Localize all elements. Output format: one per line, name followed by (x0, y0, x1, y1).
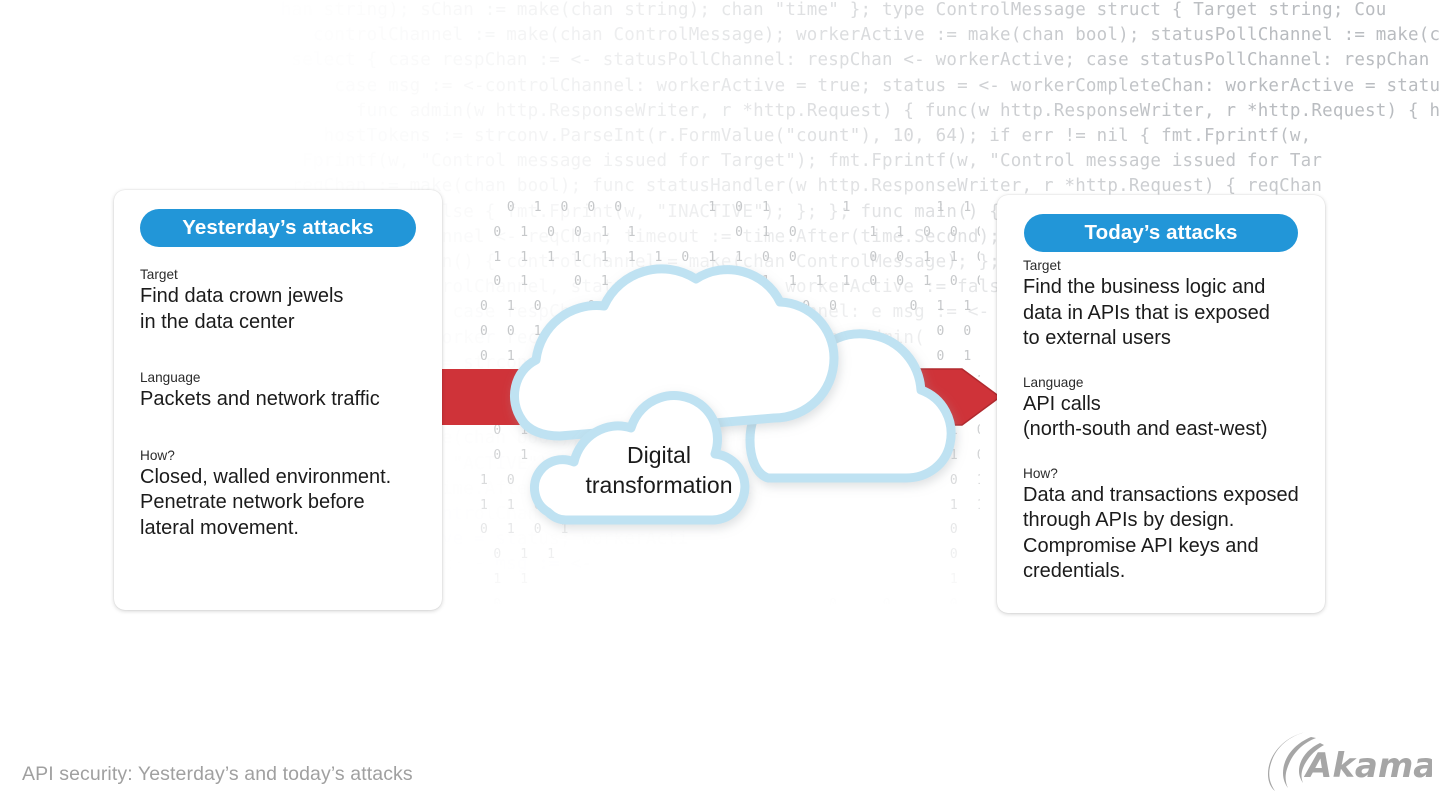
footer-caption: API security: Yesterday’s and today’s at… (22, 763, 413, 785)
card-yesterday[interactable]: Yesterday’s attacks Target Find data cro… (114, 190, 442, 610)
slide-canvas: chan string); sChan := make(chan string)… (0, 0, 1440, 811)
field-value: Find the business logic and data in APIs… (1023, 276, 1270, 349)
field-label: How? (1023, 465, 1058, 481)
field-language: Language API calls (north-south and east… (1023, 374, 1307, 443)
field-label: Language (140, 370, 201, 385)
field-label: Target (1023, 258, 1061, 273)
flow-arrow-right (897, 363, 1001, 431)
field-how: How? Data and transactions exposed throu… (1023, 465, 1307, 585)
cloud-main (510, 264, 839, 441)
cloud-label: Digital transformation (585, 442, 733, 498)
card-title-today: Today’s attacks (1024, 214, 1298, 252)
card-body-yesterday: Target Find data crown jewels in the dat… (140, 266, 424, 541)
field-value: Closed, walled environment. Penetrate ne… (140, 465, 392, 539)
akamai-logo: Akamai (1266, 730, 1440, 792)
card-title-yesterday: Yesterday’s attacks (140, 209, 416, 247)
field-value: Find data crown jewels in the data cente… (140, 285, 344, 333)
akamai-wordmark: Akamai (1303, 746, 1432, 786)
field-value: Data and transactions exposed through AP… (1023, 483, 1299, 583)
field-label: Language (1023, 374, 1084, 390)
field-target: Target Find data crown jewels in the dat… (140, 266, 424, 335)
field-language: Language Packets and network traffic (140, 369, 424, 413)
field-value: API calls (north-south and east-west) (1023, 392, 1268, 441)
flow-bar-left (438, 369, 543, 425)
card-today[interactable]: Today’s attacks Target Find the business… (997, 195, 1325, 613)
field-value: Packets and network traffic (140, 388, 380, 410)
field-how: How? Closed, walled environment. Penetra… (140, 447, 424, 542)
card-body-today: Target Find the business logic and data … (1023, 257, 1307, 585)
field-label: How? (140, 447, 175, 463)
field-target: Target Find the business logic and data … (1023, 257, 1307, 352)
field-label: Target (140, 267, 178, 282)
